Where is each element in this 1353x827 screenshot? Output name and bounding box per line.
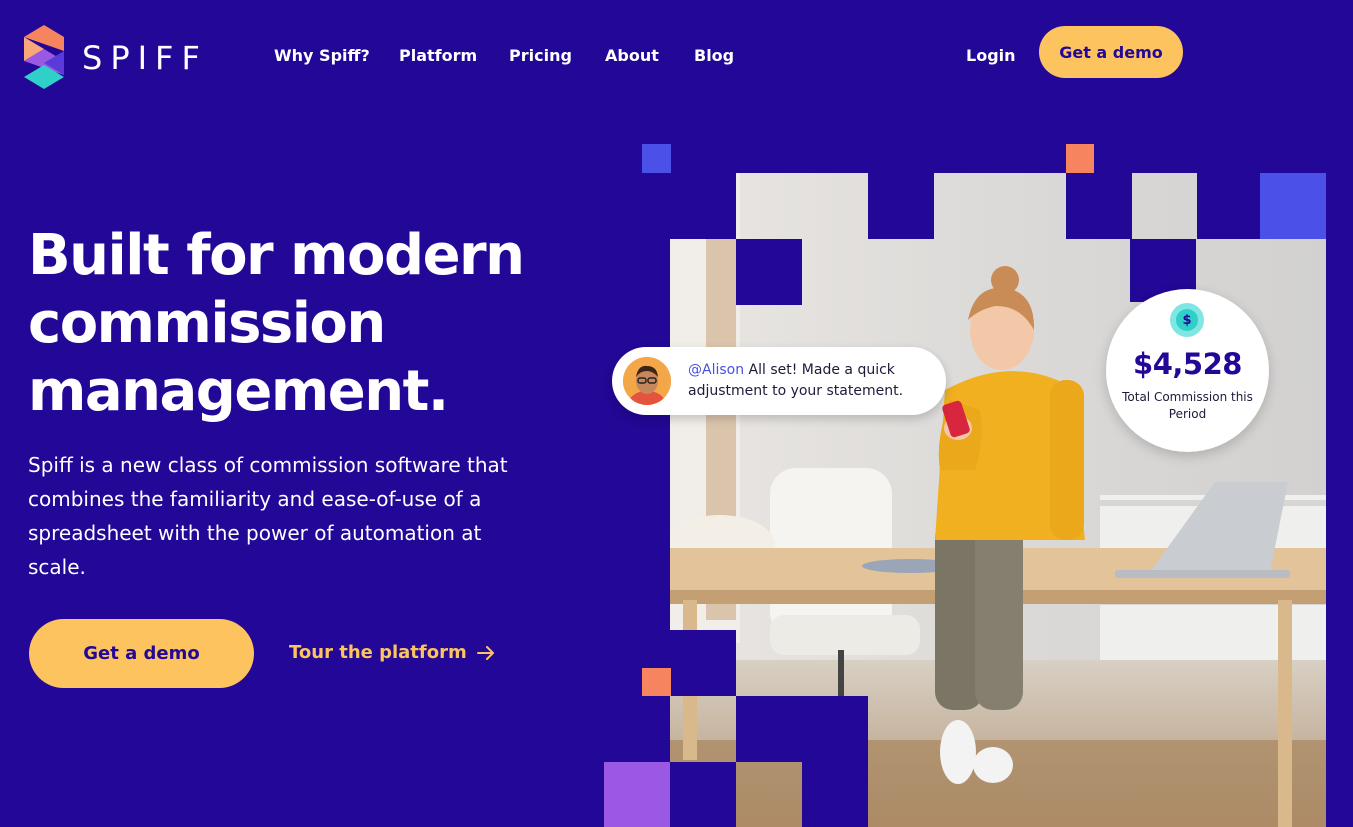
tour-platform-link[interactable]: Tour the platform [289, 642, 495, 663]
chat-message: @Alison All set! Made a quick adjustment… [688, 360, 938, 402]
nav-about[interactable]: About [605, 46, 659, 65]
arrow-right-icon [476, 645, 494, 660]
dollar-icon: $ [1170, 303, 1204, 337]
commission-label: Total Commission this Period [1122, 390, 1253, 421]
hero-description: Spiff is a new class of commission softw… [28, 453, 508, 579]
chat-mention: @Alison [688, 362, 745, 378]
dollar-icon-glyph: $ [1176, 309, 1198, 331]
tour-platform-label: Tour the platform [289, 642, 467, 663]
avatar-man-icon [623, 357, 671, 405]
chat-notification: @Alison All set! Made a quick adjustment… [612, 347, 946, 415]
spiff-logo-icon [24, 25, 64, 89]
spiff-logo[interactable]: SPIFF [24, 25, 204, 91]
nav-blog[interactable]: Blog [694, 46, 734, 65]
header-get-demo-button[interactable]: Get a demo [1039, 26, 1183, 78]
commission-amount: $4,528 [1133, 347, 1242, 381]
hero-get-demo-button[interactable]: Get a demo [29, 619, 254, 688]
site-header: SPIFF Why Spiff? Platform Pricing About … [0, 0, 1353, 110]
hero-title: Built for modern commission management. [28, 223, 525, 424]
nav-why-spiff[interactable]: Why Spiff? [274, 46, 370, 65]
brand-name: SPIFF [82, 39, 208, 77]
commission-card: $ $4,528 Total Commission this Period [1106, 289, 1269, 452]
nav-pricing[interactable]: Pricing [509, 46, 572, 65]
login-link[interactable]: Login [966, 46, 1016, 65]
nav-platform[interactable]: Platform [399, 46, 477, 65]
